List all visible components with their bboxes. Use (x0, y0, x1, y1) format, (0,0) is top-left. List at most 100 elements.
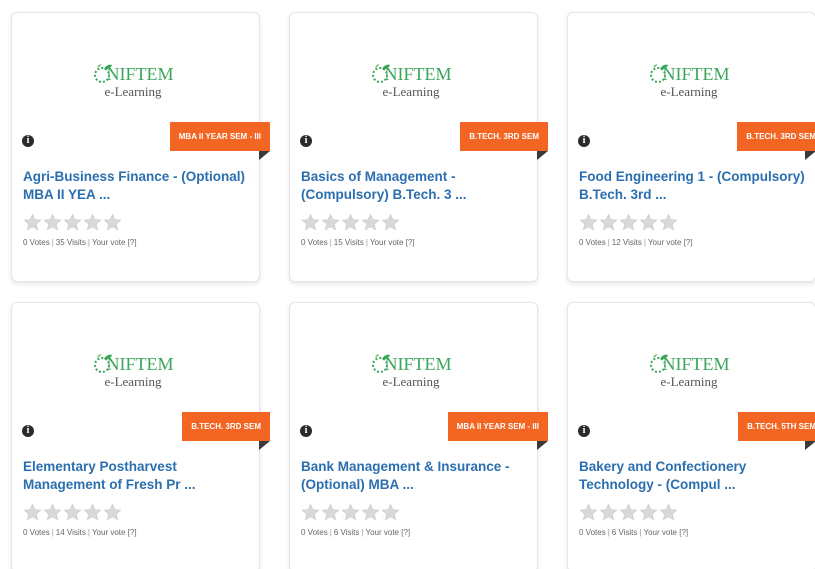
logo-niftem-text: NIFTEM (384, 64, 452, 84)
your-vote-label: Your vote (91, 528, 126, 537)
separator: | (51, 238, 54, 247)
star-icon[interactable] (63, 213, 82, 232)
niftem-elearning-logo: NIFTEM e-Learning (290, 57, 537, 117)
star-icon[interactable] (579, 503, 598, 522)
star-icon[interactable] (599, 503, 618, 522)
your-vote-label: Your vote (647, 238, 682, 247)
semester-badge: MBA II YEAR SEM - III (447, 412, 549, 450)
course-card[interactable]: NIFTEM e-Learning i B.TECH. 3RD SEM Basi… (289, 12, 548, 282)
info-icon[interactable]: i (300, 135, 312, 147)
visits-count: 6 Visits (611, 528, 638, 537)
vote-help-link[interactable]: [?] (128, 238, 137, 247)
star-icon[interactable] (23, 503, 42, 522)
star-icon[interactable] (103, 213, 122, 232)
separator: | (329, 528, 332, 537)
star-icon[interactable] (599, 213, 618, 232)
your-vote-label: Your vote (365, 528, 399, 537)
star-icon[interactable] (43, 503, 62, 522)
visits-count: 14 Visits (55, 528, 86, 537)
semester-badge: B.TECH. 3RD SEM (460, 122, 548, 160)
star-icon[interactable] (43, 213, 62, 232)
niftem-elearning-logo: NIFTEM e-Learning (568, 57, 815, 117)
separator: | (643, 238, 646, 247)
star-icon[interactable] (639, 503, 658, 522)
star-icon[interactable] (639, 213, 658, 232)
star-icon[interactable] (321, 213, 340, 232)
info-icon[interactable]: i (578, 425, 590, 437)
star-icon[interactable] (63, 503, 82, 522)
semester-badge: MBA II YEAR SEM - III (169, 122, 271, 160)
course-card[interactable]: NIFTEM e-Learning i B.TECH. 3RD SEM Food… (567, 12, 815, 282)
votes-count: 0 Votes (23, 238, 50, 247)
separator: | (329, 238, 332, 247)
star-icon[interactable] (83, 503, 102, 522)
star-icon[interactable] (23, 213, 42, 232)
niftem-elearning-logo: NIFTEM e-Learning (568, 347, 815, 407)
star-icon[interactable] (103, 503, 122, 522)
star-icon[interactable] (341, 213, 360, 232)
vote-help-link[interactable]: [?] (401, 528, 410, 537)
star-icon[interactable] (659, 503, 678, 522)
star-icon[interactable] (301, 213, 320, 232)
star-rating[interactable] (23, 503, 123, 523)
niftem-elearning-logo: NIFTEM e-Learning (290, 347, 537, 407)
star-rating[interactable] (579, 213, 679, 233)
course-card[interactable]: NIFTEM e-Learning i B.TECH. 3RD SEM Elem… (11, 302, 270, 569)
star-icon[interactable] (361, 213, 380, 232)
vote-help-link[interactable]: [?] (679, 528, 688, 537)
logo-elearning-text: e-Learning (104, 374, 162, 389)
info-icon[interactable]: i (300, 425, 312, 437)
niftem-elearning-logo: NIFTEM e-Learning (12, 57, 259, 117)
your-vote-label: Your vote (91, 238, 126, 247)
logo-niftem-text: NIFTEM (106, 64, 174, 84)
star-rating[interactable] (301, 213, 401, 233)
course-stats: 0 Votes | 12 Visits | Your vote [?] (579, 238, 693, 247)
star-icon[interactable] (619, 213, 638, 232)
course-title[interactable]: Bank Management & Insurance - (Optional)… (301, 458, 533, 494)
separator: | (87, 238, 90, 247)
course-title[interactable]: Elementary Postharvest Management of Fre… (23, 458, 255, 494)
votes-count: 0 Votes (579, 238, 606, 247)
star-icon[interactable] (579, 213, 598, 232)
logo-niftem-text: NIFTEM (384, 354, 452, 374)
info-icon[interactable]: i (578, 135, 590, 147)
star-icon[interactable] (619, 503, 638, 522)
star-icon[interactable] (361, 503, 380, 522)
star-icon[interactable] (659, 213, 678, 232)
your-vote-label: Your vote (369, 238, 404, 247)
course-title[interactable]: Food Engineering 1 - (Compulsory) B.Tech… (579, 168, 811, 204)
vote-help-link[interactable]: [?] (684, 238, 693, 247)
logo-elearning-text: e-Learning (382, 84, 440, 99)
separator: | (361, 528, 364, 537)
semester-badge: B.TECH. 3RD SEM (182, 412, 270, 450)
course-stats: 0 Votes | 14 Visits | Your vote [?] (23, 528, 137, 537)
votes-count: 0 Votes (23, 528, 50, 537)
course-title[interactable]: Agri-Business Finance - (Optional) MBA I… (23, 168, 255, 204)
star-icon[interactable] (341, 503, 360, 522)
course-stats: 0 Votes | 6 Visits | Your vote [?] (301, 528, 410, 537)
logo-elearning-text: e-Learning (660, 84, 718, 99)
semester-badge: B.TECH. 5TH SEM (738, 412, 815, 450)
course-card[interactable]: NIFTEM e-Learning i B.TECH. 5TH SEM Bake… (567, 302, 815, 569)
course-title[interactable]: Bakery and Confectionery Technology - (C… (579, 458, 811, 494)
star-icon[interactable] (381, 503, 400, 522)
separator: | (639, 528, 642, 537)
separator: | (51, 528, 54, 537)
vote-help-link[interactable]: [?] (406, 238, 415, 247)
star-rating[interactable] (579, 503, 679, 523)
star-rating[interactable] (23, 213, 123, 233)
course-card[interactable]: NIFTEM e-Learning i MBA II YEAR SEM - II… (289, 302, 549, 569)
star-rating[interactable] (301, 503, 401, 523)
star-icon[interactable] (83, 213, 102, 232)
star-icon[interactable] (301, 503, 320, 522)
logo-niftem-text: NIFTEM (662, 64, 730, 84)
star-icon[interactable] (321, 503, 340, 522)
course-card[interactable]: NIFTEM e-Learning i MBA II YEAR SEM - II… (11, 12, 271, 282)
logo-niftem-text: NIFTEM (106, 354, 174, 374)
separator: | (365, 238, 368, 247)
course-title[interactable]: Basics of Management - (Compulsory) B.Te… (301, 168, 533, 204)
info-icon[interactable]: i (22, 135, 34, 147)
vote-help-link[interactable]: [?] (128, 528, 137, 537)
star-icon[interactable] (381, 213, 400, 232)
info-icon[interactable]: i (22, 425, 34, 437)
